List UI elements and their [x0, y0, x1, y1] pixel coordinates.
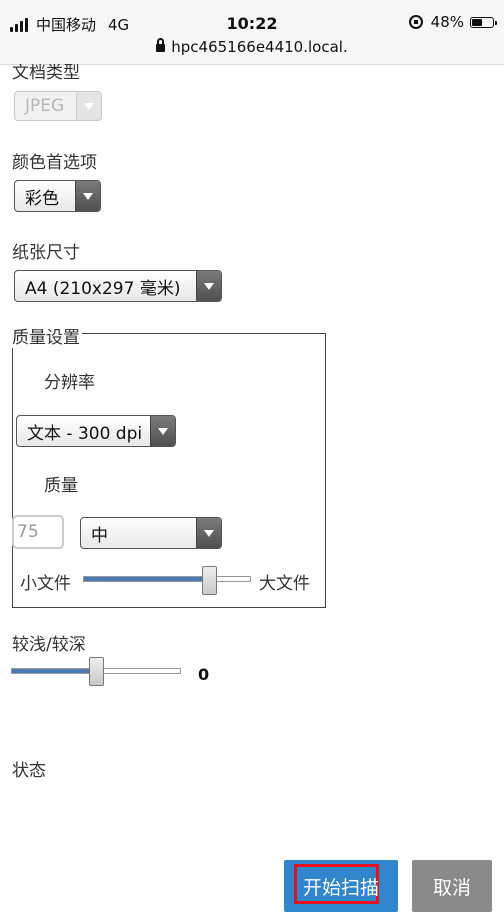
color-pref-value: 彩色	[25, 188, 59, 209]
resolution-select[interactable]: 文本 - 300 dpi	[16, 415, 176, 447]
large-file-label: 大文件	[259, 574, 310, 594]
color-pref-label: 颜色首选项	[12, 153, 97, 173]
battery-icon	[470, 16, 497, 28]
cancel-button[interactable]: 取消	[412, 860, 492, 912]
chevron-down-icon	[196, 271, 221, 301]
battery-info: 48%	[408, 13, 497, 31]
chevron-down-icon	[196, 518, 221, 548]
quality-label: 质量	[44, 476, 78, 496]
battery-percent: 48%	[430, 13, 464, 31]
quality-slider[interactable]	[83, 576, 251, 582]
lightness-slider-fill	[12, 669, 96, 673]
quality-slider-fill	[84, 577, 209, 581]
doc-type-select: JPEG	[14, 91, 102, 121]
paper-size-label: 纸张尺寸	[12, 243, 80, 263]
paper-size-value: A4 (210x297 毫米)	[25, 278, 181, 299]
status-label: 状态	[12, 761, 46, 781]
address-bar[interactable]: hpc465166e4410.local.	[0, 38, 504, 56]
resolution-label: 分辨率	[44, 373, 95, 393]
lightness-slider-thumb[interactable]	[88, 657, 104, 686]
status-bar: 中国移动 4G 10:22 48% hpc465166e4410.local.	[0, 0, 504, 65]
chevron-down-icon	[75, 181, 100, 211]
lightness-value: 0	[198, 665, 210, 684]
quality-level-select[interactable]: 中	[80, 517, 222, 549]
quality-settings-legend: 质量设置	[12, 323, 82, 348]
cancel-label: 取消	[432, 876, 471, 899]
start-scan-button[interactable]: 开始扫描	[284, 860, 398, 912]
url-text: hpc465166e4410.local.	[171, 38, 348, 56]
padlock-icon	[156, 38, 166, 52]
doc-type-value: JPEG	[25, 96, 65, 116]
quality-number-input[interactable]: 75	[12, 515, 64, 549]
start-scan-label: 开始扫描	[302, 876, 379, 899]
quality-level-value: 中	[91, 525, 108, 546]
lightness-label: 较浅/较深	[12, 635, 86, 655]
rotation-lock-icon	[408, 15, 423, 29]
chevron-down-icon	[76, 92, 101, 120]
resolution-value: 文本 - 300 dpi	[27, 423, 143, 444]
small-file-label: 小文件	[20, 574, 71, 594]
color-pref-select[interactable]: 彩色	[14, 180, 101, 212]
paper-size-select[interactable]: A4 (210x297 毫米)	[14, 270, 222, 302]
quality-slider-thumb[interactable]	[201, 566, 217, 595]
chevron-down-icon	[150, 416, 175, 446]
